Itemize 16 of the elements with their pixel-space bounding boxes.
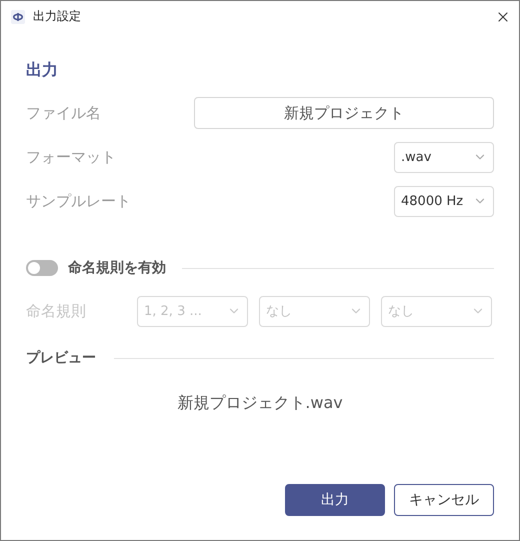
file-name-field[interactable]: 新規プロジェクト	[194, 97, 494, 129]
field-label: 命名規則	[26, 302, 86, 320]
toggle-label: 命名規則を有効	[68, 259, 166, 277]
preview-filename: 新規プロジェクト.wav	[176, 393, 344, 414]
app-logo-icon	[11, 10, 25, 24]
dropdown[interactable]: 48000 Hz	[394, 186, 494, 216]
field-label: サンプルレート	[26, 192, 131, 210]
window-title: 出力設定	[33, 8, 82, 25]
toggle-switch[interactable]	[26, 260, 58, 276]
field-label: フォーマット	[26, 148, 116, 166]
field-label: ファイル名	[26, 104, 101, 122]
dropdown[interactable]: .wav	[394, 142, 494, 172]
cancel-button[interactable]: キャンセル	[394, 484, 494, 516]
section-title: 出力	[26, 60, 59, 81]
preview-heading: プレビュー	[26, 349, 96, 367]
export-button[interactable]: 出力	[285, 484, 385, 516]
